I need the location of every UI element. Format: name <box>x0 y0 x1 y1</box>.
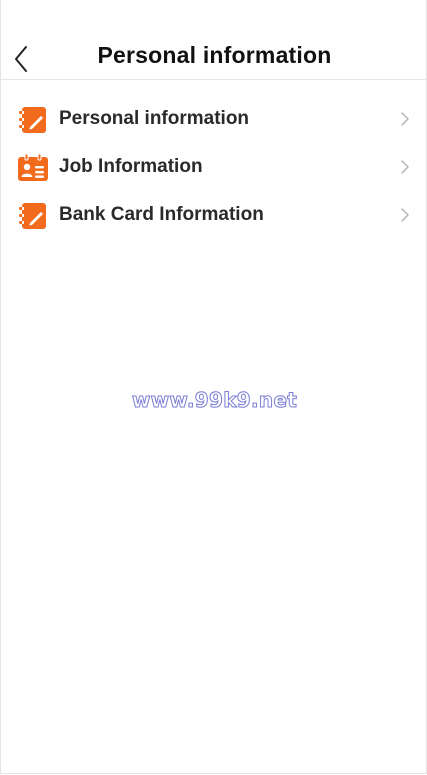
chevron-right-icon <box>401 160 409 174</box>
menu-item-job-information[interactable]: Job Information <box>1 144 426 192</box>
menu-item-bank-card-information[interactable]: Bank Card Information <box>1 192 426 240</box>
info-menu: Personal information Job Information Ban… <box>1 96 426 240</box>
menu-item-personal-information[interactable]: Personal information <box>1 96 426 144</box>
id-badge-icon <box>18 154 48 181</box>
menu-item-label: Job Information <box>59 156 203 177</box>
menu-item-label: Personal information <box>59 108 250 129</box>
screen: Personal information Personal informatio… <box>0 0 427 774</box>
edit-document-icon <box>19 107 46 133</box>
chevron-right-icon <box>401 208 409 222</box>
top-bar: Personal information <box>1 0 426 80</box>
watermark-text: www.99k9.net <box>131 388 298 413</box>
page-title: Personal information <box>97 42 332 68</box>
edit-document-icon <box>19 203 46 229</box>
chevron-right-icon <box>401 112 409 126</box>
menu-item-label: Bank Card Information <box>59 204 264 225</box>
